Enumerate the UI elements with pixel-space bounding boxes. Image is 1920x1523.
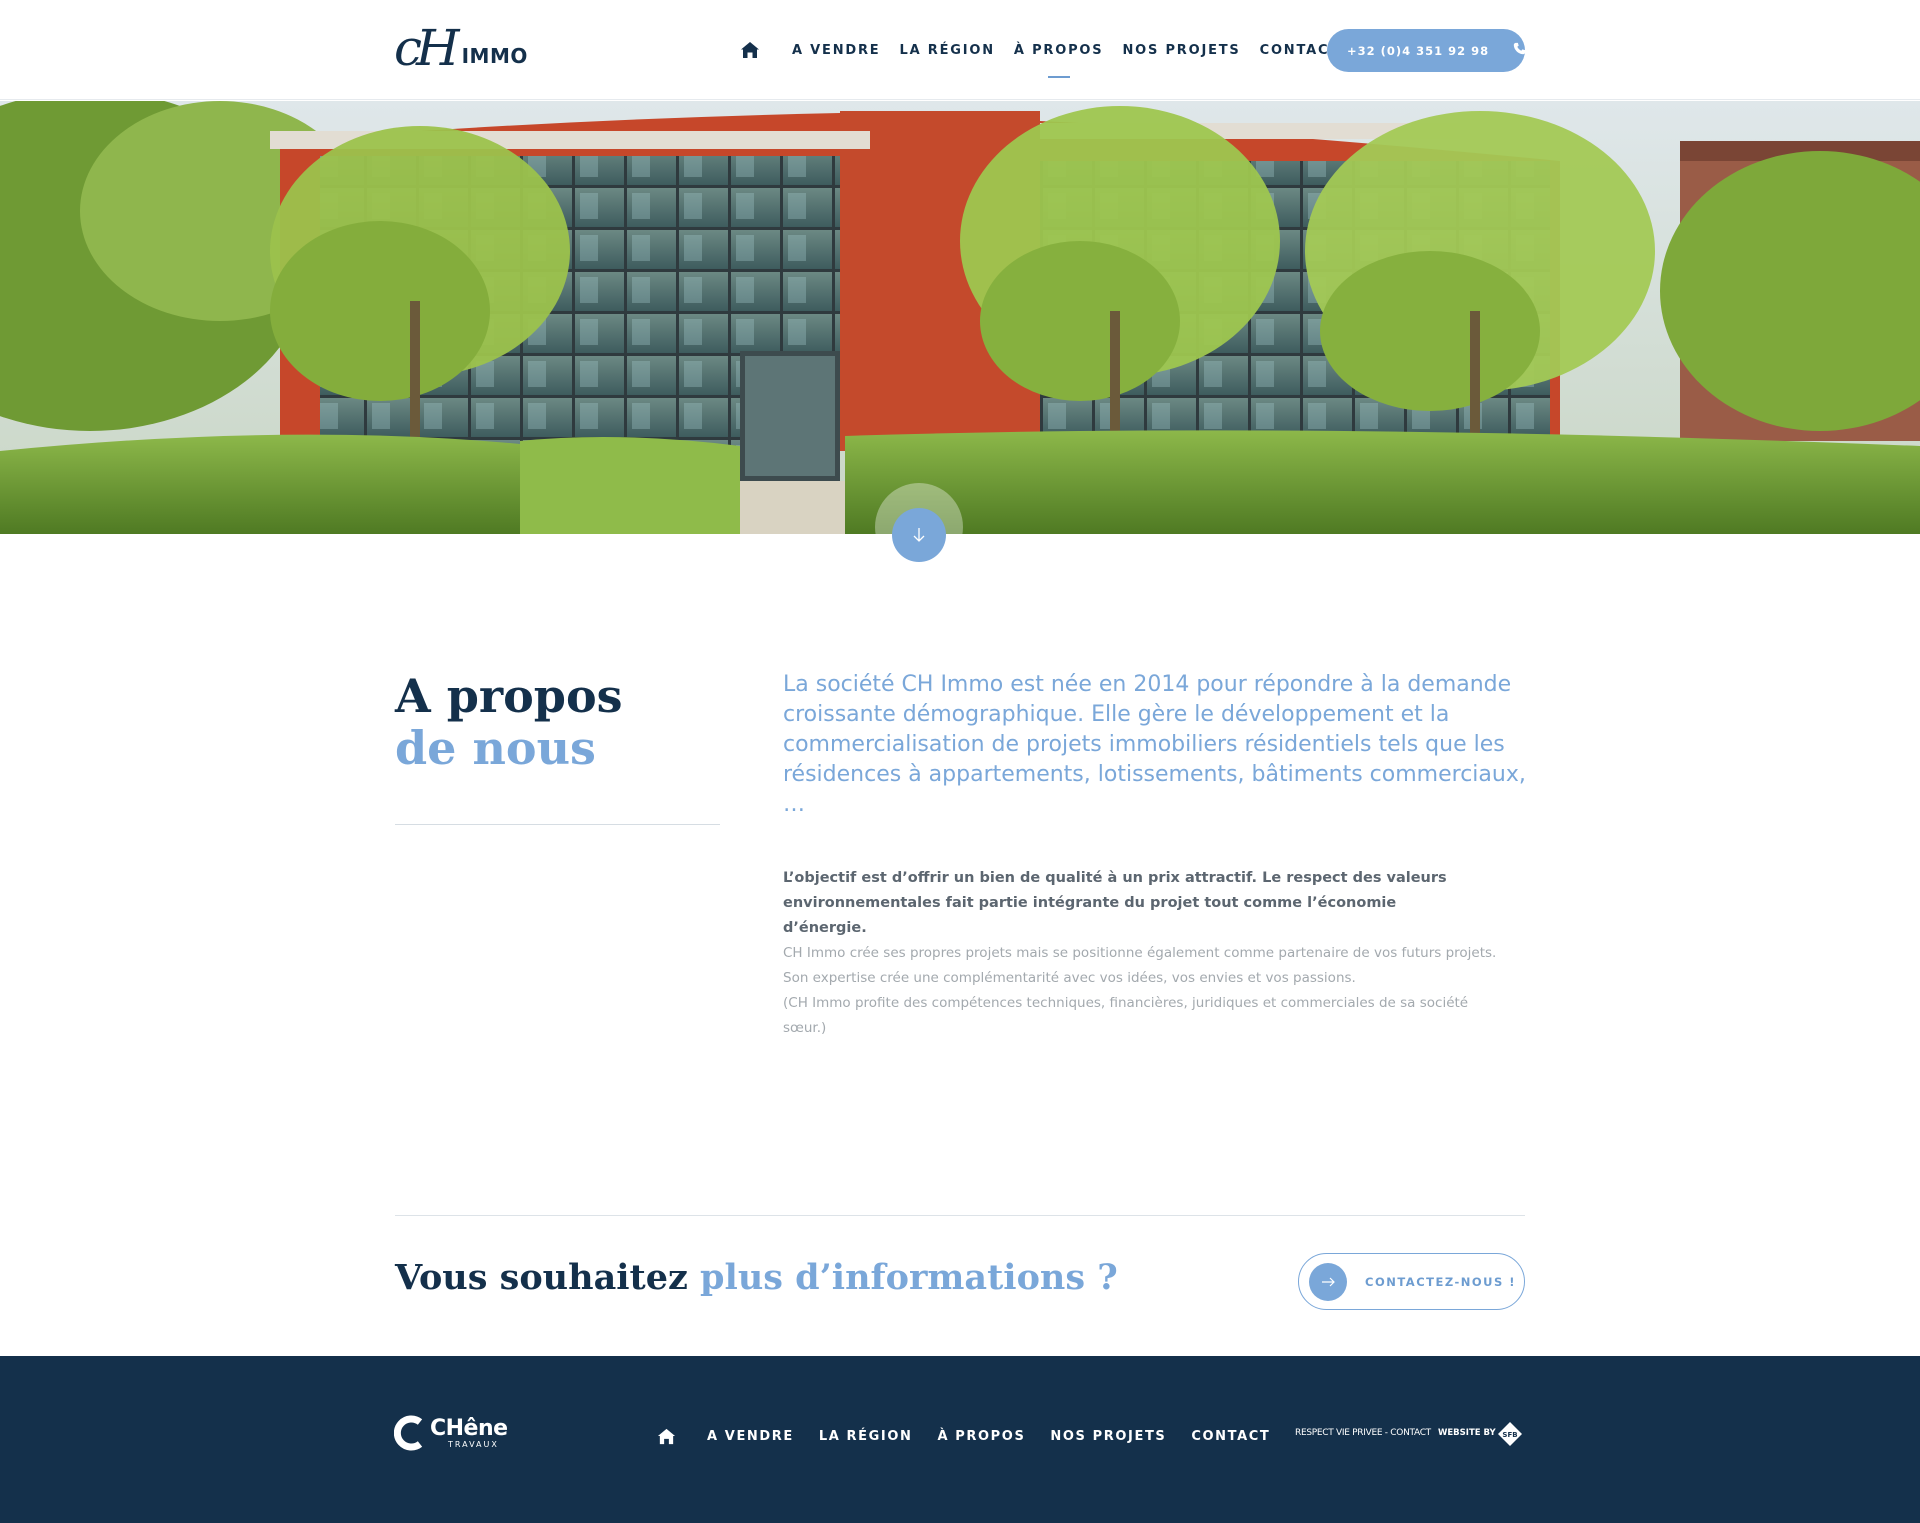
site-header: cH IMMO A VENDRE LA RÉGION À PROPOS NOS …	[0, 0, 1920, 100]
home-icon[interactable]	[740, 39, 762, 61]
contact-us-button[interactable]: CONTACTEZ-NOUS !	[1298, 1253, 1525, 1310]
office-building-photo	[0, 101, 1920, 534]
about-title-line2: de nous	[395, 721, 596, 775]
phone-number: +32 (0)4 351 92 98	[1347, 43, 1490, 58]
nav-a-propos[interactable]: À PROPOS	[1014, 43, 1104, 58]
chene-travaux-logo[interactable]: CHêne TRAVAUX	[394, 1414, 508, 1452]
chene-logo-icon	[394, 1415, 423, 1451]
sfb-agency-logo[interactable]: SFB	[1497, 1421, 1523, 1447]
arrow-down-icon	[913, 528, 925, 542]
about-divider	[395, 824, 720, 825]
arrow-right-icon	[1309, 1262, 1347, 1301]
about-title-line1: A propos	[395, 669, 623, 723]
contact-us-label: CONTACTEZ-NOUS !	[1365, 1274, 1517, 1289]
cta-title: Vous souhaitez plus d’informations ?	[395, 1254, 1118, 1302]
site-footer: CHêne TRAVAUX A VENDRE LA RÉGION À PROPO…	[0, 1356, 1920, 1523]
about-objective-paragraph: L’objectif est d’offrir un bien de quali…	[783, 870, 1447, 936]
nav-la-region[interactable]: LA RÉGION	[900, 43, 995, 58]
logo-mark: cH	[394, 19, 460, 77]
about-title: A propos de nous	[395, 670, 623, 774]
nav-a-vendre[interactable]: A VENDRE	[792, 43, 881, 58]
footer-logo-name: CHêne	[430, 1415, 508, 1441]
about-detail-paragraph: CH Immo crée ses propres projets mais se…	[783, 941, 1513, 1041]
footer-nav-nos-projets[interactable]: NOS PROJETS	[1050, 1429, 1166, 1444]
nav-nos-projets[interactable]: NOS PROJETS	[1122, 43, 1240, 58]
footer-logo-sub: TRAVAUX	[448, 1439, 499, 1449]
about-detail-line1: CH Immo crée ses propres projets mais se…	[783, 945, 1497, 986]
footer-nav: A VENDRE LA RÉGION À PROPOS NOS PROJETS …	[657, 1425, 1295, 1447]
about-lead-paragraph: La société CH Immo est née en 2014 pour …	[783, 672, 1526, 817]
footer-nav-a-propos[interactable]: À PROPOS	[938, 1429, 1026, 1444]
footer-nav-contact[interactable]: CONTACT	[1191, 1429, 1270, 1444]
footer-nav-a-vendre[interactable]: A VENDRE	[707, 1429, 794, 1444]
cta-divider	[395, 1215, 1525, 1216]
logo-text: IMMO	[461, 44, 528, 68]
privacy-contact-link[interactable]: RESPECT VIE PRIVEE - CONTACT	[1295, 1428, 1431, 1438]
phone-icon	[1513, 42, 1526, 60]
footer-home-icon[interactable]	[657, 1426, 677, 1446]
sfb-logo-text: SFB	[1502, 1431, 1517, 1439]
ch-immo-logo[interactable]: cH IMMO	[394, 19, 528, 77]
about-detail-line2: (CH Immo profite des compétences techniq…	[783, 995, 1469, 1036]
website-by-label: WEBSITE BY	[1438, 1428, 1496, 1438]
cta-title-accent: plus d’informations ?	[700, 1257, 1118, 1298]
cta-title-plain: Vous souhaitez	[395, 1257, 701, 1298]
phone-button[interactable]: +32 (0)4 351 92 98	[1327, 29, 1526, 72]
scroll-down-button[interactable]	[892, 508, 946, 562]
footer-nav-la-region[interactable]: LA RÉGION	[819, 1429, 913, 1444]
hero-image	[0, 101, 1920, 534]
main-nav: A VENDRE LA RÉGION À PROPOS NOS PROJETS …	[740, 36, 1359, 64]
